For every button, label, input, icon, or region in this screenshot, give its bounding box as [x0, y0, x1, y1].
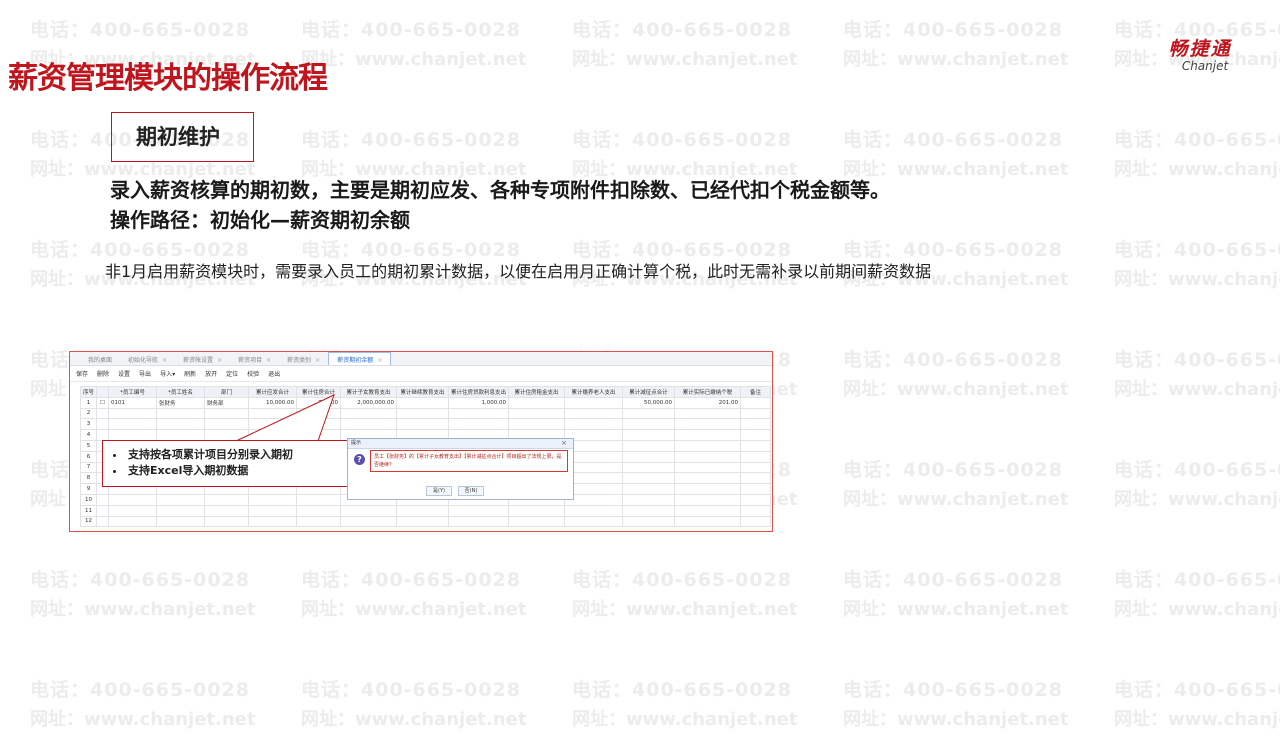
- close-icon[interactable]: ×: [561, 439, 567, 448]
- no-button[interactable]: 否(N): [458, 486, 484, 496]
- dialog-title: 提示: [351, 440, 362, 446]
- callout-bullet: 支持按各项累计项目分别录入期初: [113, 447, 357, 463]
- feature-callout: 支持按各项累计项目分别录入期初 支持Excel导入期初数据: [102, 440, 358, 487]
- question-icon: ?: [354, 454, 365, 465]
- dialog-buttons: 是(Y) 否(N): [426, 486, 490, 496]
- yes-button[interactable]: 是(Y): [426, 486, 452, 496]
- callout-bullet: 支持Excel导入期初数据: [113, 463, 357, 479]
- callout-pointer: [235, 394, 335, 442]
- dialog-message: 员工【张财务】的【累计子女教育支出】【累计减征点合计】项目超出了法规上限，是否继…: [370, 450, 568, 472]
- dialog-titlebar: 提示 ×: [348, 439, 573, 449]
- warning-dialog: 提示 × ? 员工【张财务】的【累计子女教育支出】【累计减征点合计】项目超出了法…: [347, 438, 574, 500]
